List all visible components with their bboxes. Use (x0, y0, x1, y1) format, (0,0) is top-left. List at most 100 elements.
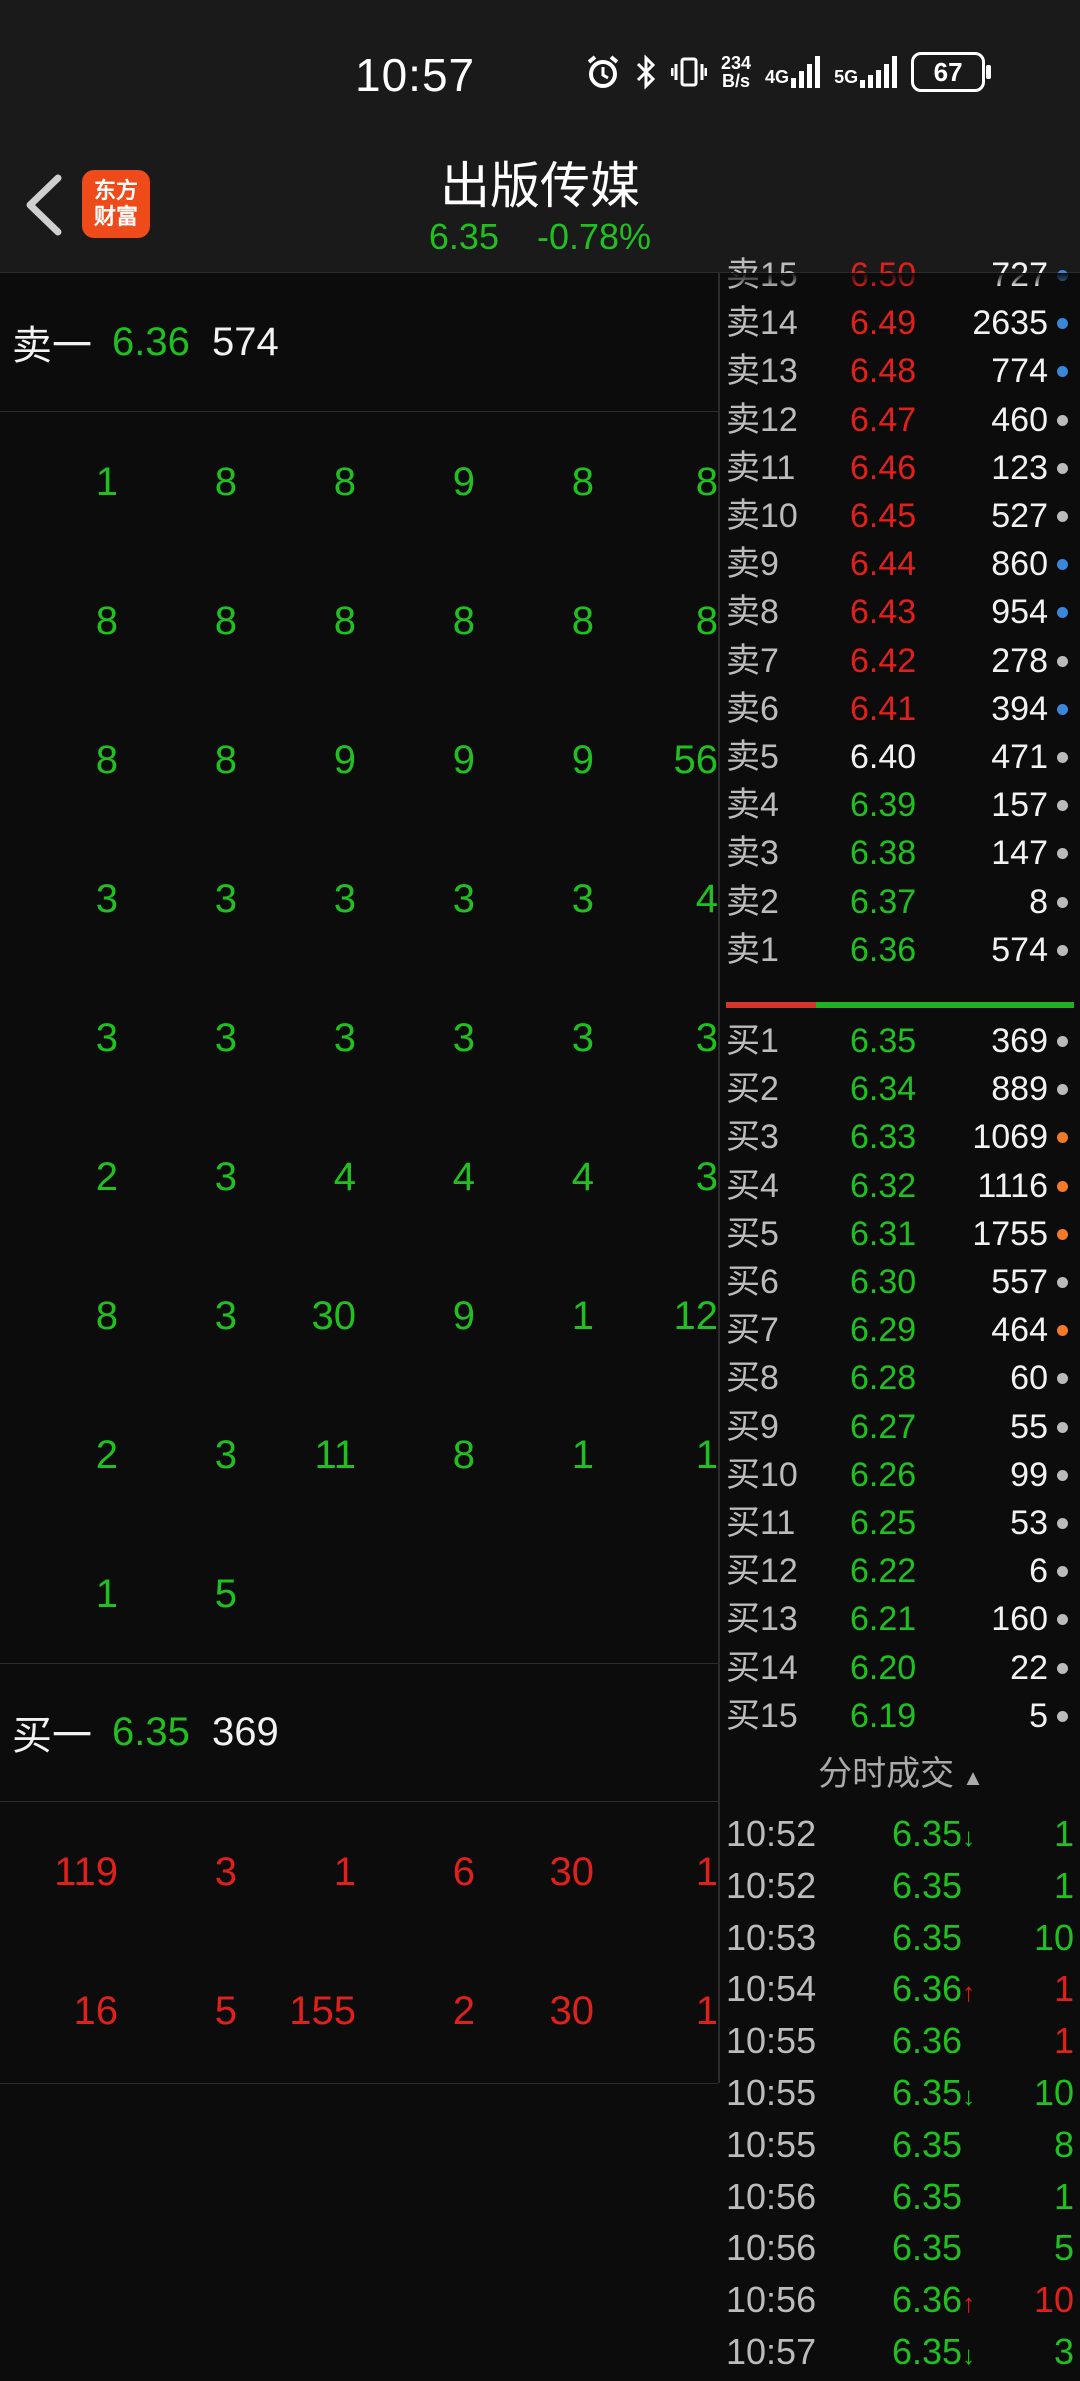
order-level-dot-icon (1057, 607, 1068, 619)
queue-cell: 9 (452, 460, 475, 504)
order-book-sell-row[interactable]: 卖2 6.37 8 (722, 878, 1080, 926)
queue-cell: 3 (571, 877, 594, 921)
order-level-price: 6.46 (850, 448, 917, 487)
order-level-label: 卖12 (726, 400, 798, 439)
order-book-sell-row[interactable]: 卖4 6.39 157 (722, 781, 1080, 829)
queue-cell: 30 (549, 1850, 595, 1894)
order-book-sell-row[interactable]: 卖6 6.41 394 (722, 685, 1080, 733)
order-book-buy-row[interactable]: 买7 6.29 464 (722, 1306, 1080, 1354)
order-book-buy-row[interactable]: 买8 6.28 60 (722, 1354, 1080, 1402)
tick-volume: 3 (1053, 2331, 1074, 2372)
order-book-buy-row[interactable]: 买10 6.26 99 (722, 1451, 1080, 1499)
tick-price-value: 6.35 (892, 2123, 963, 2165)
queue-cell: 8 (333, 599, 356, 643)
order-book-buy-row[interactable]: 买1 6.35 369 (722, 1017, 1080, 1065)
tick-price-value: 6.36 (892, 2020, 963, 2062)
order-level-volume: 369 (991, 1022, 1048, 1060)
bluetooth-icon (636, 54, 656, 90)
queue-cell: 8 (214, 460, 237, 504)
order-level-volume: 8 (1029, 882, 1048, 921)
tick-price: 6.36 (892, 2015, 962, 2067)
order-book-buy-row[interactable]: 买11 6.25 53 (722, 1499, 1080, 1547)
order-book-buy-row[interactable]: 买9 6.27 55 (722, 1403, 1080, 1451)
order-book-sell-row[interactable]: 卖1 6.36 574 (722, 926, 1080, 974)
order-book-buy-row[interactable]: 买14 6.20 22 (722, 1644, 1080, 1692)
order-level-dot-icon (1057, 318, 1068, 330)
tick-price-value: 6.35 (892, 1916, 963, 1958)
order-book-sell-row[interactable]: 卖13 6.48 774 (722, 347, 1080, 395)
tick-row: 10:54 6.36↑ 1 (722, 1963, 1080, 2015)
order-level-label: 卖1 (726, 930, 779, 969)
tick-price-value: 6.35 (892, 2175, 963, 2217)
queue-cell: 9 (333, 738, 356, 782)
order-book-buy-row[interactable]: 买4 6.32 1116 (722, 1162, 1080, 1210)
sell-one-header[interactable]: 卖一 6.36 574 (0, 273, 718, 412)
order-level-dot-icon (1057, 1518, 1068, 1529)
order-level-dot-icon (1057, 1710, 1068, 1722)
tick-time: 10:53 (726, 1916, 817, 1958)
order-level-price: 6.36 (850, 930, 917, 969)
order-level-dot-icon (1057, 1084, 1068, 1096)
order-book-sell-row[interactable]: 卖5 6.40 471 (722, 733, 1080, 781)
order-level-volume: 464 (991, 1311, 1048, 1350)
order-level-label: 卖14 (726, 304, 798, 343)
queue-row: 3 3 3 3 3 4 (0, 830, 718, 969)
alarm-icon (587, 55, 619, 88)
order-book-buy-row[interactable]: 买2 6.34 889 (722, 1065, 1080, 1113)
order-level-price: 6.33 (850, 1118, 917, 1157)
order-book-sell-row[interactable]: 卖11 6.46 123 (722, 444, 1080, 492)
queue-row: 15 (0, 1525, 718, 1664)
order-book-buy-row[interactable]: 买12 6.22 6 (722, 1547, 1080, 1595)
tick-volume: 5 (1053, 2227, 1074, 2269)
queue-cell: 11 (314, 1433, 356, 1477)
tick-volume: 10 (1033, 2279, 1074, 2321)
queue-cell: 119 (54, 1850, 118, 1894)
order-book-buy-row[interactable]: 买6 6.30 557 (722, 1258, 1080, 1306)
queue-cell: 1 (695, 1433, 718, 1477)
queue-cell: 8 (695, 599, 718, 643)
sell-queue-grid: 1 8 8 9 8 8 8 8 8 8 8 8 8 8 9 9 9 56 3 3 3 3 3 4 3 3 3 3 3 3 2 3 4 4 4 3 8 3 3… (0, 413, 718, 1664)
order-level-label: 买11 (726, 1504, 796, 1542)
signal-bars-icon (791, 56, 821, 88)
order-level-volume: 774 (991, 352, 1048, 391)
collapse-up-icon[interactable]: ▲ (962, 1765, 984, 1790)
order-book-buy-row[interactable]: 买15 6.19 5 (722, 1692, 1080, 1740)
order-book-sell-row[interactable]: 卖10 6.45 527 (722, 492, 1080, 540)
order-level-dot-icon (1057, 1277, 1068, 1288)
queue-cell: 4 (571, 1155, 594, 1199)
tick-price: 6.35 (892, 1912, 962, 1964)
queue-cell: 1 (95, 1572, 118, 1616)
arrow-down-icon: ↓ (962, 2340, 976, 2370)
order-level-label: 买2 (726, 1070, 779, 1109)
order-book-sell-row[interactable]: 卖7 6.42 278 (722, 637, 1080, 685)
ticks-header[interactable]: 分时成交 ▲ (722, 1744, 1080, 1804)
order-book-sell-row[interactable]: 卖12 6.47 460 (722, 396, 1080, 444)
order-book-sell-row[interactable]: 卖14 6.49 2635 (722, 299, 1080, 347)
order-book-buy-row[interactable]: 买13 6.21 160 (722, 1595, 1080, 1643)
tick-row: 10:56 6.36↑ 10 (722, 2274, 1080, 2326)
tick-price-value: 6.36 (892, 2279, 963, 2321)
tick-price-value: 6.35 (892, 1864, 963, 1906)
queue-cell: 3 (333, 1016, 356, 1060)
signal-4g: 4G (765, 56, 821, 88)
queue-cell: 4 (452, 1155, 475, 1199)
queue-cell: 3 (695, 1016, 718, 1060)
order-book-buy-row[interactable]: 买5 6.31 1755 (722, 1210, 1080, 1258)
queue-cell: 3 (214, 1016, 237, 1060)
status-icons: 234 B/s 4G 5G 67 (585, 52, 992, 92)
order-level-dot-icon (1057, 1228, 1068, 1240)
order-level-price: 6.27 (850, 1407, 917, 1446)
order-level-volume: 55 (1010, 1407, 1048, 1446)
buy-one-header[interactable]: 买一 6.35 369 (0, 1663, 718, 1802)
queue-row: 16 5 155 2 30 1 (0, 1942, 719, 2081)
tick-price: 6.35 (892, 2119, 962, 2171)
order-book-sell-row[interactable]: 卖8 6.43 954 (722, 588, 1080, 636)
order-level-price: 6.31 (850, 1214, 917, 1253)
order-level-label: 卖2 (726, 882, 779, 921)
arrow-up-icon: ↑ (962, 1977, 976, 2008)
order-book-buy-row[interactable]: 买3 6.33 1069 (722, 1113, 1080, 1161)
order-level-volume: 394 (991, 689, 1048, 728)
order-book-sell-row[interactable]: 卖9 6.44 860 (722, 540, 1080, 588)
order-level-price: 6.41 (850, 689, 917, 728)
order-book-sell-row[interactable]: 卖3 6.38 147 (722, 829, 1080, 877)
